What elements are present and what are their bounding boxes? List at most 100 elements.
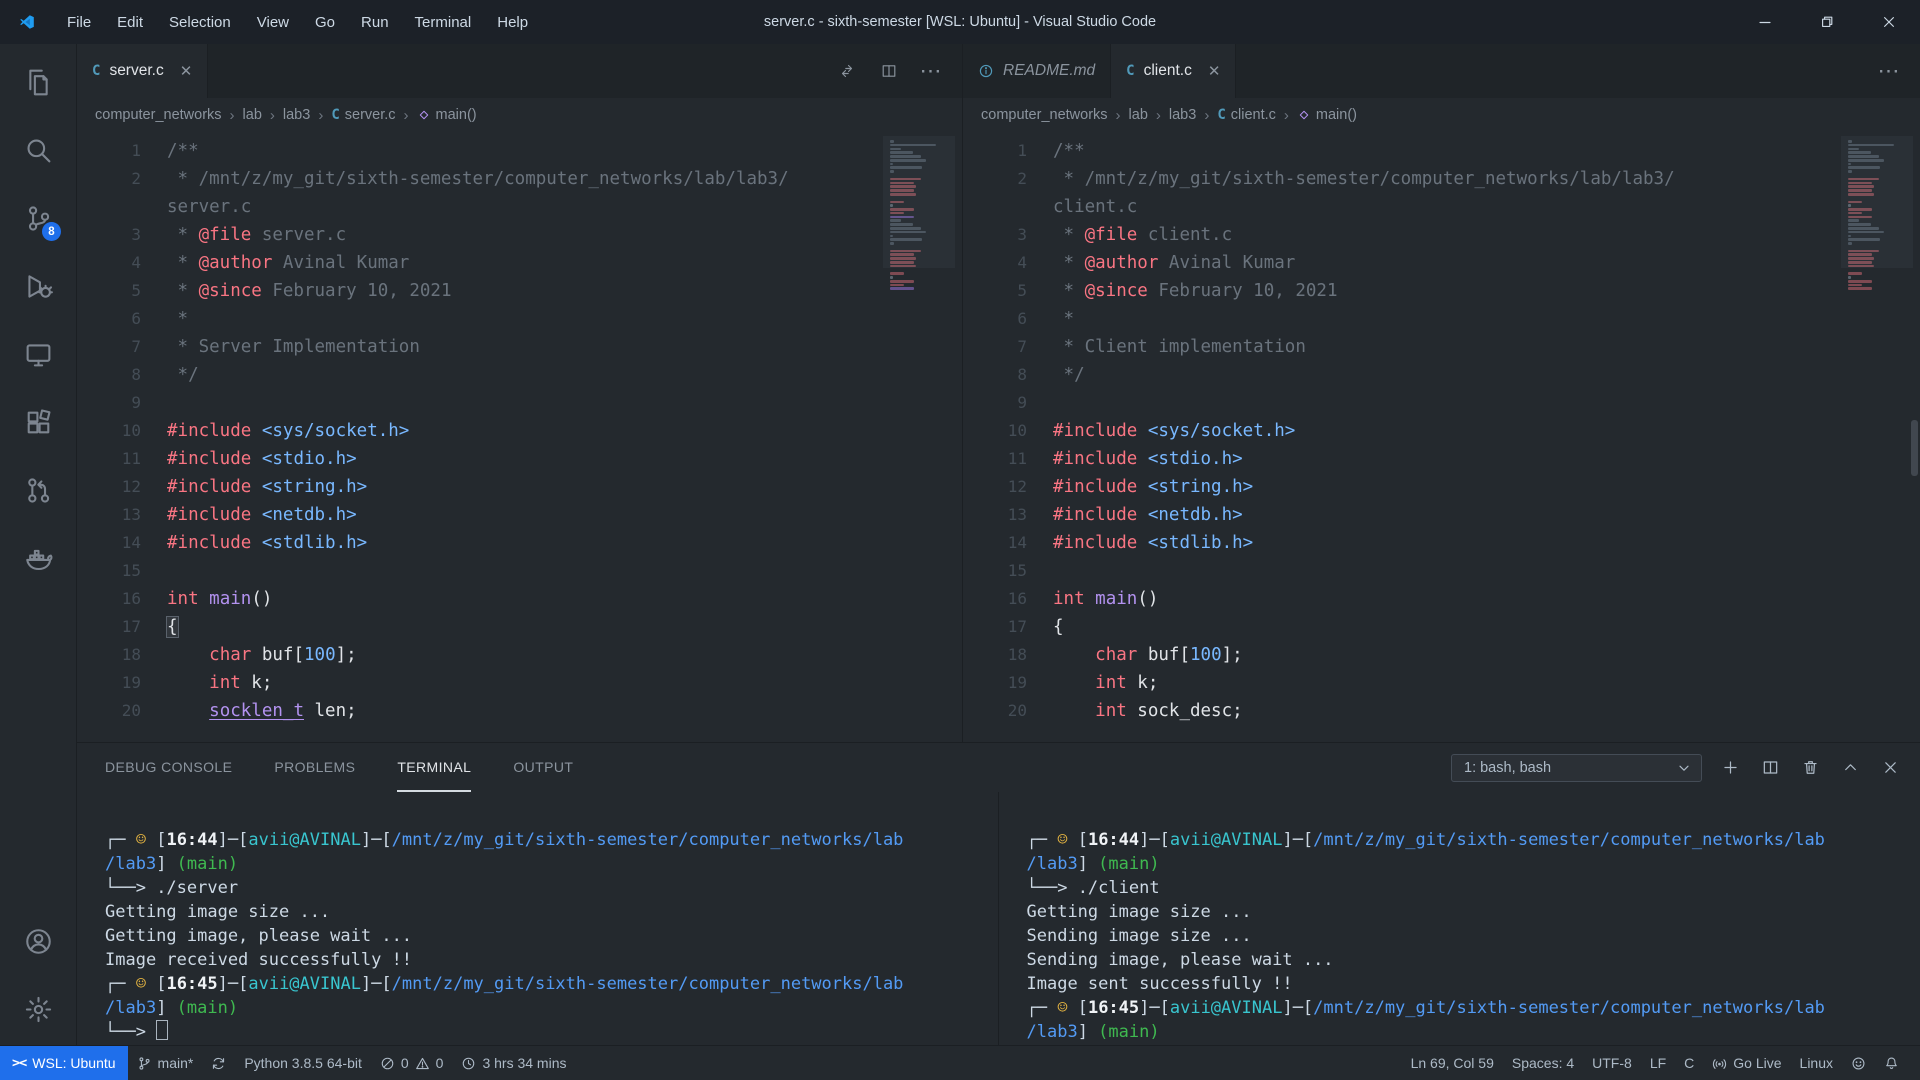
menu-run[interactable]: Run — [348, 0, 402, 44]
panel-tab-terminal[interactable]: TERMINAL — [397, 743, 471, 792]
code-line[interactable]: 17{ — [77, 613, 962, 641]
menu-edit[interactable]: Edit — [104, 0, 156, 44]
code-line[interactable]: 8 */ — [77, 361, 962, 389]
breadcrumb-item-server-c[interactable]: Cserver.c — [331, 107, 395, 123]
activity-bar-explorer[interactable] — [0, 48, 76, 116]
code-line[interactable]: 7 * Server Implementation — [77, 333, 962, 361]
close-panel-button[interactable] — [1877, 754, 1904, 781]
status-sync[interactable] — [202, 1046, 235, 1080]
minimap-slider[interactable] — [1841, 136, 1913, 268]
code-line[interactable]: 18 char buf[100]; — [77, 641, 962, 669]
code-line[interactable]: 4 * @author Avinal Kumar — [963, 249, 1920, 277]
code-line[interactable]: 15 — [963, 557, 1920, 585]
activity-bar-extensions[interactable] — [0, 388, 76, 456]
code-line[interactable]: 20 int sock_desc; — [963, 697, 1920, 725]
menu-go[interactable]: Go — [302, 0, 348, 44]
terminal-line[interactable]: Getting image size ... — [105, 900, 988, 924]
breadcrumb-item-lab[interactable]: lab — [1129, 107, 1148, 123]
code-line[interactable]: 14#include <stdlib.h> — [963, 529, 1920, 557]
breadcrumb-item-main[interactable]: main() — [1297, 107, 1357, 123]
code-line[interactable]: 12#include <string.h> — [77, 473, 962, 501]
open-changes-button[interactable] — [832, 56, 862, 86]
status-indentation[interactable]: Spaces: 4 — [1503, 1046, 1583, 1080]
breadcrumb-item-client-c[interactable]: Cclient.c — [1217, 107, 1276, 123]
code-line[interactable]: 5 * @since February 10, 2021 — [77, 277, 962, 305]
terminal-picker-dropdown[interactable]: 1: bash, bash — [1451, 754, 1702, 782]
terminal-line[interactable]: └──> ./client — [1027, 876, 1911, 900]
activity-bar-run-and-debug[interactable] — [0, 252, 76, 320]
terminal-pane-left[interactable]: ┌─ ☺ [16:44]─[avii@AVINAL]─[/mnt/z/my_gi… — [77, 792, 999, 1047]
panel-tab-output[interactable]: OUTPUT — [513, 743, 573, 792]
menu-file[interactable]: File — [54, 0, 104, 44]
code-line[interactable]: 9 — [963, 389, 1920, 417]
code-line[interactable]: 9 — [77, 389, 962, 417]
split-editor-button[interactable] — [874, 56, 904, 86]
code-line[interactable]: 17{ — [963, 613, 1920, 641]
code-line[interactable]: 10#include <sys/socket.h> — [77, 417, 962, 445]
code-line[interactable]: 7 * Client implementation — [963, 333, 1920, 361]
breadcrumb-item-lab3[interactable]: lab3 — [1169, 107, 1196, 123]
status-git-branch[interactable]: main* — [128, 1046, 203, 1080]
code-line[interactable]: 12#include <string.h> — [963, 473, 1920, 501]
status-encoding[interactable]: UTF-8 — [1583, 1046, 1641, 1080]
terminal-line[interactable]: Getting image, please wait ... — [105, 924, 988, 948]
activity-bar-settings[interactable] — [0, 975, 76, 1043]
code-editor[interactable]: 1/**2 * /mnt/z/my_git/sixth-semester/com… — [963, 132, 1920, 742]
code-line[interactable]: 1/** — [963, 137, 1920, 165]
code-line[interactable]: 13#include <netdb.h> — [77, 501, 962, 529]
menu-view[interactable]: View — [244, 0, 302, 44]
tab-client-c[interactable]: Cclient.c✕ — [1111, 44, 1236, 98]
maximize-button[interactable] — [1796, 0, 1858, 44]
code-line[interactable]: 6 * — [77, 305, 962, 333]
code-line[interactable]: 5 * @since February 10, 2021 — [963, 277, 1920, 305]
terminal-line[interactable]: /lab3] (main) — [1027, 852, 1911, 876]
activity-bar-remote-explorer[interactable] — [0, 320, 76, 388]
code-line[interactable]: 14#include <stdlib.h> — [77, 529, 962, 557]
terminal-line[interactable]: /lab3] (main) — [1027, 1020, 1911, 1044]
code-line[interactable]: 1/** — [77, 137, 962, 165]
terminal-line[interactable]: Image sent successfully !! — [1027, 972, 1911, 996]
code-line[interactable]: 16int main() — [963, 585, 1920, 613]
status-python-interpreter[interactable]: Python 3.8.5 64-bit — [235, 1046, 371, 1080]
status-go-live[interactable]: Go Live — [1703, 1046, 1790, 1080]
code-line[interactable]: client.c — [963, 193, 1920, 221]
code-line[interactable]: 18 char buf[100]; — [963, 641, 1920, 669]
code-line[interactable]: 13#include <netdb.h> — [963, 501, 1920, 529]
minimap-slider[interactable] — [883, 136, 955, 268]
panel-tab-debug-console[interactable]: DEBUG CONSOLE — [105, 743, 232, 792]
kill-terminal-button[interactable] — [1797, 754, 1824, 781]
breadcrumb-item-computer-networks[interactable]: computer_networks — [95, 107, 222, 123]
code-line[interactable]: server.c — [77, 193, 962, 221]
activity-bar-docker[interactable] — [0, 524, 76, 592]
maximize-panel-button[interactable] — [1837, 754, 1864, 781]
status-eol[interactable]: LF — [1641, 1046, 1675, 1080]
terminal-line[interactable]: Image received successfully !! — [105, 948, 988, 972]
status-time-tracker[interactable]: 3 hrs 34 mins — [452, 1046, 575, 1080]
more-actions-button[interactable]: ⋯ — [916, 56, 946, 86]
status-problems[interactable]: 00 — [371, 1046, 453, 1080]
minimap[interactable] — [1848, 140, 1906, 291]
breadcrumb-item-lab3[interactable]: lab3 — [283, 107, 310, 123]
activity-bar-search[interactable] — [0, 116, 76, 184]
status-remote[interactable]: ><WSL: Ubuntu — [0, 1046, 128, 1080]
code-line[interactable]: 11#include <stdio.h> — [963, 445, 1920, 473]
code-line[interactable]: 4 * @author Avinal Kumar — [77, 249, 962, 277]
minimize-button[interactable] — [1734, 0, 1796, 44]
terminal-line[interactable]: ┌─ ☺ [16:45]─[avii@AVINAL]─[/mnt/z/my_gi… — [1027, 996, 1911, 1020]
terminal-line[interactable]: Sending image size ... — [1027, 924, 1911, 948]
split-terminal-button[interactable] — [1757, 754, 1784, 781]
breadcrumb-item-computer-networks[interactable]: computer_networks — [981, 107, 1108, 123]
close-icon[interactable]: ✕ — [1208, 64, 1221, 79]
tab-readme-md[interactable]: README.md — [963, 44, 1111, 98]
status-feedback[interactable] — [1842, 1046, 1875, 1080]
activity-bar-source-control[interactable]: 8 — [0, 184, 76, 252]
terminal-line[interactable]: Sending image, please wait ... — [1027, 948, 1911, 972]
code-line[interactable]: 19 int k; — [77, 669, 962, 697]
terminal-line[interactable]: ┌─ ☺ [16:45]─[avii@AVINAL]─[/mnt/z/my_gi… — [105, 972, 988, 996]
status-os[interactable]: Linux — [1791, 1046, 1842, 1080]
code-line[interactable]: 16int main() — [77, 585, 962, 613]
code-line[interactable]: 3 * @file server.c — [77, 221, 962, 249]
code-line[interactable]: 2 * /mnt/z/my_git/sixth-semester/compute… — [963, 165, 1920, 193]
close-icon[interactable]: ✕ — [180, 64, 193, 79]
terminal-line[interactable]: /lab3] (main) — [105, 996, 988, 1020]
